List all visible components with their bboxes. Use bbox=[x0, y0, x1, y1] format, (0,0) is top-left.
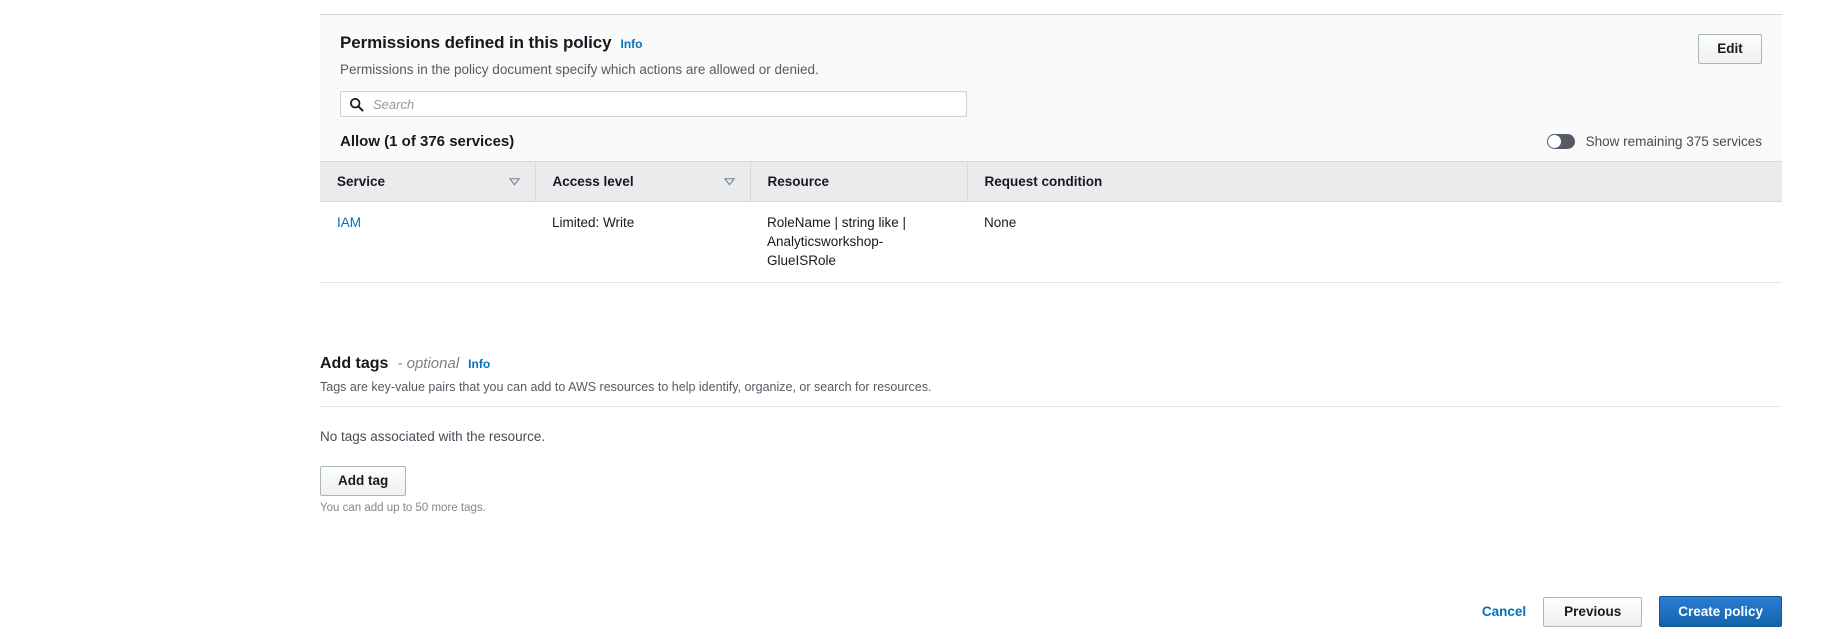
previous-button[interactable]: Previous bbox=[1543, 596, 1643, 627]
create-policy-review-page: Permissions defined in this policy Info … bbox=[0, 0, 1822, 639]
permissions-panel: Permissions defined in this policy Info … bbox=[320, 14, 1782, 283]
create-policy-button[interactable]: Create policy bbox=[1659, 596, 1782, 627]
search-icon bbox=[349, 97, 364, 111]
column-header-service-label: Service bbox=[337, 174, 386, 189]
permissions-table: Service Access level Resource Request co… bbox=[320, 161, 1782, 283]
column-header-request-condition: Request condition bbox=[966, 161, 1782, 202]
sort-descending-icon[interactable] bbox=[723, 176, 735, 187]
add-tags-title: Add tags bbox=[320, 355, 389, 372]
permissions-header-row: Permissions defined in this policy Info … bbox=[340, 33, 1762, 79]
cell-access-level: Limited: Write bbox=[535, 201, 750, 283]
allow-summary-row: Allow (1 of 376 services) Show remaining… bbox=[340, 133, 1762, 161]
show-remaining-services-toggle[interactable]: Show remaining 375 services bbox=[1546, 134, 1762, 149]
permissions-description: Permissions in the policy document speci… bbox=[340, 62, 819, 77]
cell-resource: RoleName | string like | Analyticsworksh… bbox=[750, 201, 967, 283]
column-header-resource-label: Resource bbox=[767, 174, 830, 189]
add-tags-section: Add tags - optional Info Tags are key-va… bbox=[320, 355, 1782, 514]
column-header-access-level[interactable]: Access level bbox=[534, 161, 750, 202]
cell-service: IAM bbox=[320, 201, 535, 283]
sort-descending-icon[interactable] bbox=[508, 176, 520, 187]
toggle-track[interactable] bbox=[1546, 134, 1575, 149]
edit-button[interactable]: Edit bbox=[1698, 34, 1762, 64]
cancel-button[interactable]: Cancel bbox=[1482, 604, 1526, 619]
add-tags-description: Tags are key-value pairs that you can ad… bbox=[320, 380, 932, 394]
table-row: IAM Limited: Write RoleName | string lik… bbox=[320, 201, 1782, 283]
search-input[interactable] bbox=[371, 95, 958, 113]
no-tags-message: No tags associated with the resource. bbox=[320, 429, 546, 444]
allow-services-count: Allow (1 of 376 services) bbox=[340, 133, 515, 150]
search-box[interactable] bbox=[340, 91, 967, 117]
cell-request-condition: None bbox=[967, 201, 1782, 283]
page-title: Permissions defined in this policy bbox=[340, 33, 612, 52]
table-header-row: Service Access level Resource Request co… bbox=[320, 161, 1782, 202]
column-header-service[interactable]: Service bbox=[320, 161, 535, 202]
column-header-access-level-label: Access level bbox=[552, 174, 634, 189]
permissions-info-link[interactable]: Info bbox=[621, 36, 643, 52]
section-divider bbox=[320, 406, 1782, 407]
tags-limit-hint: You can add up to 50 more tags. bbox=[320, 502, 486, 514]
column-header-request-condition-label: Request condition bbox=[984, 174, 1103, 189]
column-header-resource: Resource bbox=[749, 161, 967, 202]
add-tag-button[interactable]: Add tag bbox=[320, 466, 407, 496]
toggle-label: Show remaining 375 services bbox=[1585, 134, 1762, 149]
footer-actions: Cancel Previous Create policy bbox=[320, 596, 1782, 627]
toggle-knob bbox=[1547, 135, 1561, 148]
add-tags-info-link[interactable]: Info bbox=[468, 356, 490, 372]
service-link-iam[interactable]: IAM bbox=[337, 215, 361, 230]
add-tags-optional-label: - optional bbox=[397, 355, 460, 372]
